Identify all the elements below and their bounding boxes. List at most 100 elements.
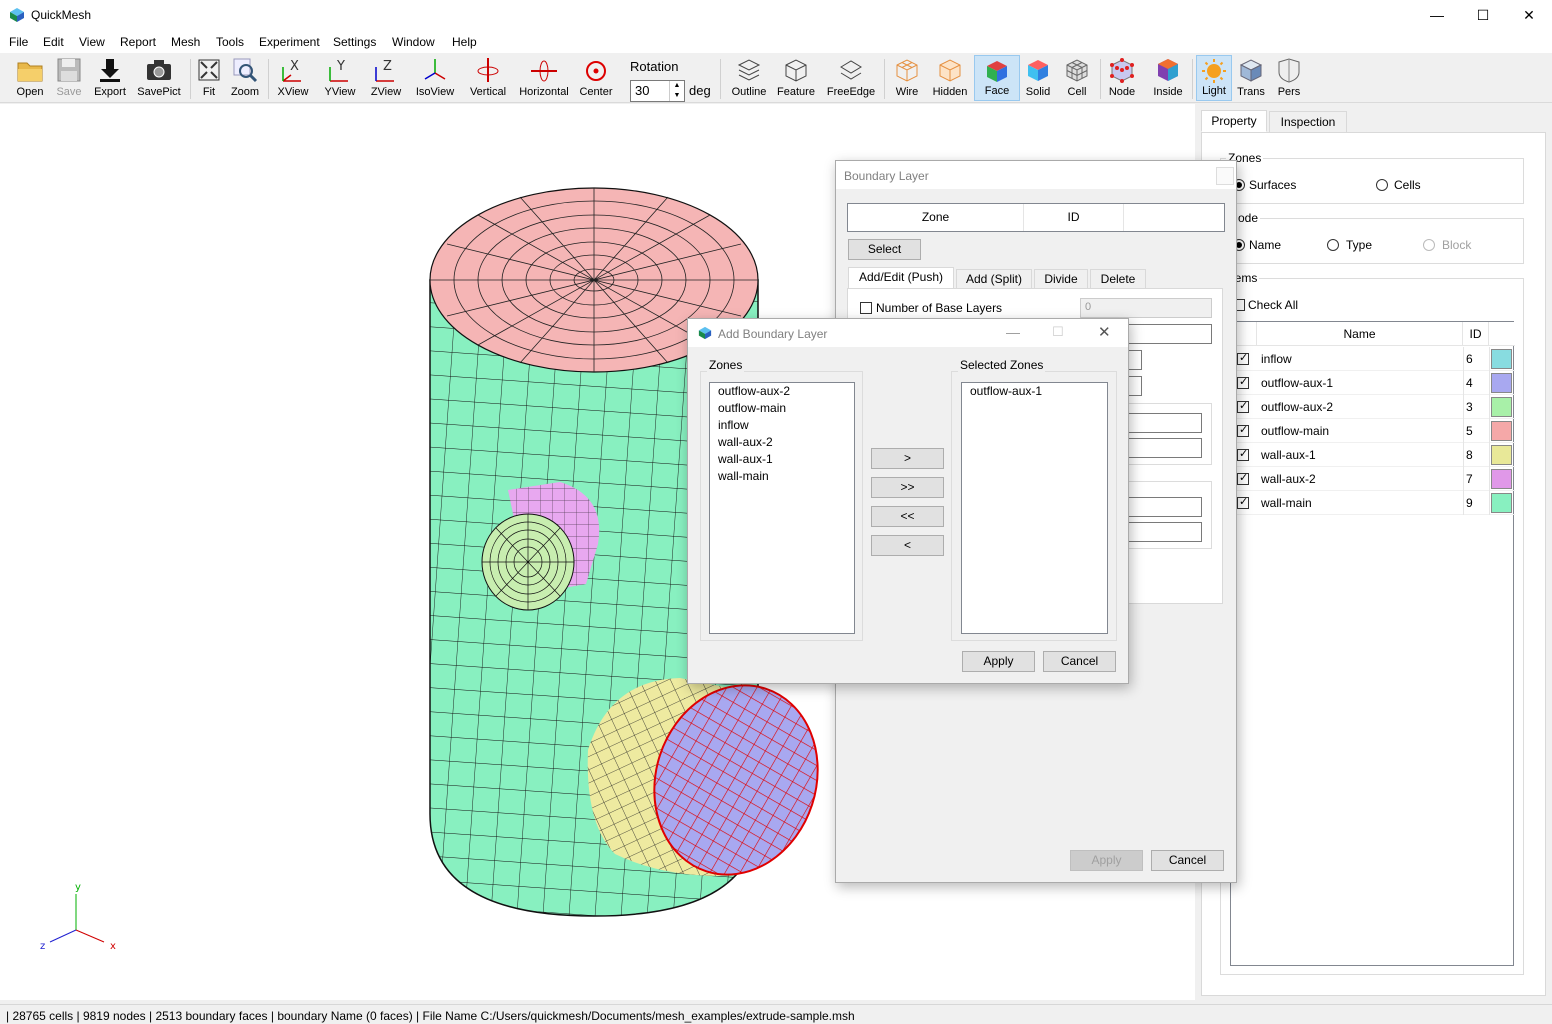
menu-window[interactable]: Window (392, 35, 435, 49)
export-button[interactable]: Export (90, 55, 130, 101)
item-checkbox[interactable] (1237, 447, 1249, 461)
item-checkbox[interactable] (1237, 351, 1249, 365)
table-row[interactable]: outflow-aux-2 3 (1231, 395, 1515, 419)
item-color-swatch[interactable] (1491, 349, 1512, 369)
table-row[interactable]: outflow-aux-1 4 (1231, 371, 1515, 395)
spin-down-icon[interactable]: ▼ (670, 91, 684, 101)
menu-report[interactable]: Report (120, 35, 156, 49)
freeedge-button[interactable]: FreeEdge (824, 55, 878, 101)
zones-listbox[interactable]: outflow-aux-2 outflow-main inflow wall-aux-… (709, 382, 855, 634)
add-close-icon[interactable]: ✕ (1098, 323, 1111, 341)
base-layers-field[interactable]: 0 (1080, 298, 1212, 318)
move-all-right-button[interactable]: >> (871, 477, 944, 498)
block-radio[interactable] (1423, 239, 1435, 251)
add-cancel-button[interactable]: Cancel (1043, 651, 1116, 672)
horizontal-button[interactable]: Horizontal (516, 55, 572, 101)
move-left-button[interactable]: < (871, 535, 944, 556)
tab-delete[interactable]: Delete (1090, 269, 1146, 289)
open-button[interactable]: Open (10, 55, 50, 101)
xview-button[interactable]: X XView (274, 55, 312, 101)
add-maximize-icon[interactable]: ☐ (1052, 324, 1064, 340)
list-item[interactable]: outflow-aux-2 (714, 383, 854, 400)
maximize-button[interactable]: ☐ (1460, 0, 1506, 31)
item-color-swatch[interactable] (1491, 493, 1512, 513)
rotation-spinner[interactable]: ▲ ▼ (669, 81, 684, 101)
item-color-swatch[interactable] (1491, 421, 1512, 441)
item-checkbox[interactable] (1237, 423, 1249, 437)
zone-table-col-zone[interactable]: Zone (848, 204, 1024, 231)
move-all-left-button[interactable]: << (871, 506, 944, 527)
isoview-button[interactable]: IsoView (412, 55, 458, 101)
select-button[interactable]: Select (848, 239, 921, 260)
item-checkbox[interactable] (1237, 471, 1249, 485)
center-button[interactable]: Center (576, 55, 616, 101)
list-item[interactable]: wall-main (714, 468, 854, 485)
pers-button[interactable]: Pers (1272, 55, 1306, 101)
vertical-button[interactable]: Vertical (466, 55, 510, 101)
table-row[interactable]: wall-aux-1 8 (1231, 443, 1515, 467)
tab-add-edit-push[interactable]: Add/Edit (Push) (848, 267, 954, 289)
fit-button[interactable]: Fit (194, 55, 224, 101)
list-item[interactable]: inflow (714, 417, 854, 434)
item-color-swatch[interactable] (1491, 445, 1512, 465)
table-row[interactable]: wall-main 9 (1231, 491, 1515, 515)
item-color-swatch[interactable] (1491, 469, 1512, 489)
item-color-swatch[interactable] (1491, 373, 1512, 393)
menu-experiment[interactable]: Experiment (259, 35, 320, 49)
tab-inspection[interactable]: Inspection (1269, 111, 1347, 133)
node-button[interactable]: Node (1104, 55, 1140, 101)
savepict-button[interactable]: SavePict (134, 55, 184, 101)
save-button[interactable]: Save (50, 55, 88, 101)
menu-mesh[interactable]: Mesh (171, 35, 200, 49)
trans-button[interactable]: Trans (1234, 55, 1268, 101)
zoom-button[interactable]: Zoom (228, 55, 262, 101)
cells-radio[interactable] (1376, 179, 1388, 191)
spin-up-icon[interactable]: ▲ (670, 81, 684, 91)
tab-add-split[interactable]: Add (Split) (956, 269, 1032, 289)
boundary-apply-button[interactable]: Apply (1070, 850, 1143, 871)
menu-help[interactable]: Help (452, 35, 477, 49)
menu-tools[interactable]: Tools (216, 35, 244, 49)
list-item[interactable]: wall-aux-2 (714, 434, 854, 451)
zone-table-col-id[interactable]: ID (1024, 204, 1124, 231)
minimize-button[interactable]: — (1414, 0, 1460, 31)
close-button[interactable]: ✕ (1506, 0, 1552, 31)
add-minimize-icon[interactable]: — (1006, 324, 1020, 340)
menu-edit[interactable]: Edit (43, 35, 64, 49)
tab-divide[interactable]: Divide (1034, 269, 1088, 289)
cell-button[interactable]: Cell (1060, 55, 1094, 101)
light-button[interactable]: Light (1196, 55, 1232, 101)
zview-button[interactable]: Z ZView (366, 55, 406, 101)
inside-button[interactable]: Inside (1148, 55, 1188, 101)
base-layers-checkbox[interactable] (860, 302, 872, 314)
tab-property[interactable]: Property (1201, 110, 1267, 132)
list-item[interactable]: wall-aux-1 (714, 451, 854, 468)
boundary-cancel-button[interactable]: Cancel (1151, 850, 1224, 871)
solid-button[interactable]: Solid (1022, 55, 1054, 101)
header-id[interactable]: ID (1463, 322, 1489, 346)
feature-button[interactable]: Feature (774, 55, 818, 101)
table-row[interactable]: wall-aux-2 7 (1231, 467, 1515, 491)
hidden-button[interactable]: Hidden (930, 55, 970, 101)
type-radio[interactable] (1327, 239, 1339, 251)
item-checkbox[interactable] (1237, 495, 1249, 509)
menu-file[interactable]: File (9, 35, 28, 49)
face-button[interactable]: Face (974, 55, 1020, 101)
list-item[interactable]: outflow-aux-1 (966, 383, 1107, 400)
move-right-button[interactable]: > (871, 448, 944, 469)
table-row[interactable]: outflow-main 5 (1231, 419, 1515, 443)
header-name[interactable]: Name (1257, 322, 1463, 346)
wire-button[interactable]: Wire (888, 55, 926, 101)
selected-zones-listbox[interactable]: outflow-aux-1 (961, 382, 1108, 634)
boundary-close-icon[interactable] (1216, 167, 1234, 185)
add-apply-button[interactable]: Apply (962, 651, 1035, 672)
outline-button[interactable]: Outline (728, 55, 770, 101)
list-item[interactable]: outflow-main (714, 400, 854, 417)
item-checkbox[interactable] (1237, 399, 1249, 413)
yview-button[interactable]: Y YView (320, 55, 360, 101)
item-checkbox[interactable] (1237, 375, 1249, 389)
menu-settings[interactable]: Settings (333, 35, 376, 49)
item-color-swatch[interactable] (1491, 397, 1512, 417)
table-row[interactable]: inflow 6 (1231, 347, 1515, 371)
menu-view[interactable]: View (79, 35, 105, 49)
